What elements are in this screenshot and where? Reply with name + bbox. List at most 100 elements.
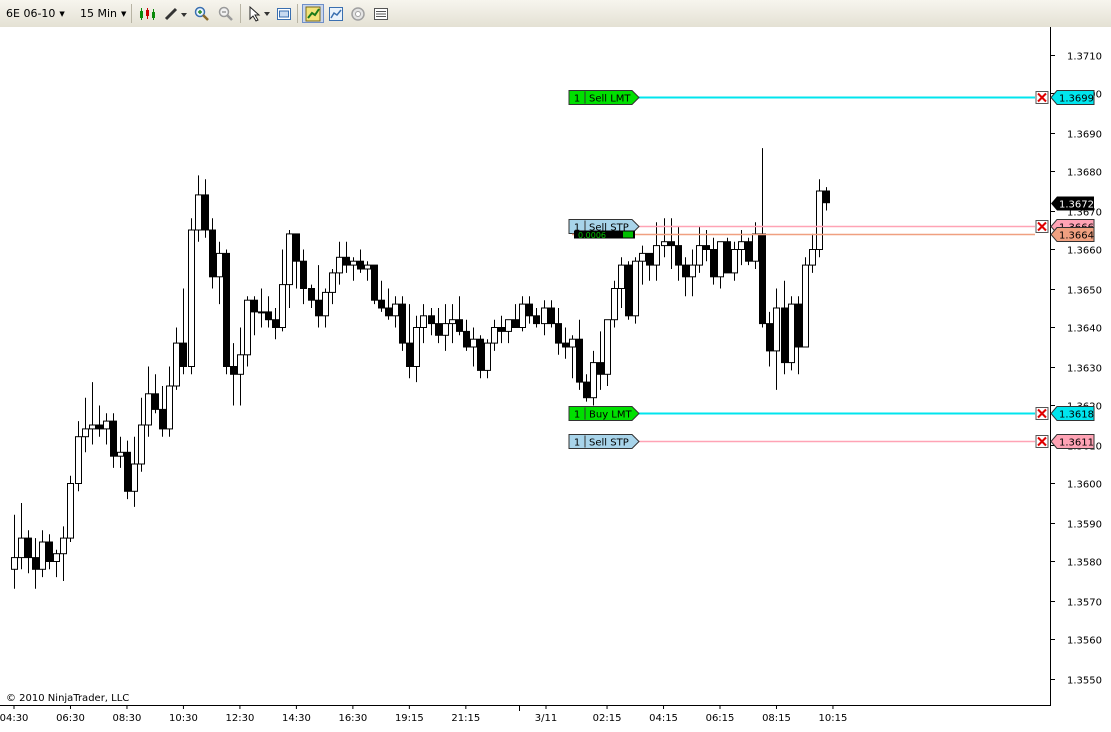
candle-up [653,245,660,266]
price-chart[interactable]: 1.3550 1.3560 1.3570 1.3580 1.3590 1.3600 1.36… [0,27,1111,732]
candle-up [752,233,759,262]
draw-pencil-icon[interactable] [163,4,189,23]
candle-up [809,249,816,266]
candle-down [759,233,766,325]
time-tick-label: 10:30 [169,713,198,724]
interval-selector[interactable]: 15 Min ▼ [80,4,126,23]
candle-up [611,288,618,321]
candle-up [89,424,96,430]
candle-up [244,299,251,356]
time-tick-label: 10:15 [819,713,848,724]
candle-down [110,420,117,457]
candle-down [781,307,788,364]
chart-trader-icon[interactable] [302,4,324,23]
indicator-icon[interactable] [348,4,367,23]
candle-down [152,393,159,410]
candle-down [385,307,392,317]
instrument-selector[interactable]: 6E 06-10 ▼ [6,4,65,23]
strategy-icon[interactable] [326,4,345,23]
pointer-icon[interactable] [246,4,272,23]
candle-up [604,319,611,375]
time-tick-label: 06:15 [706,713,735,724]
order-label: Sell STP [589,438,629,449]
position-pnl-label: 0.0006 [578,231,606,240]
candle-down [512,319,519,329]
candle-up [166,385,173,430]
candle-up [661,241,668,247]
candle-up [188,229,195,367]
candle-up [632,260,639,317]
candle-up [131,463,138,492]
price-tick-label: 1.3550 [1067,676,1102,687]
candle-up [731,249,738,274]
order-label: Buy LMT [589,410,632,421]
candle-down [766,323,773,352]
candle-up [420,315,427,328]
candle-down [223,252,230,367]
candle-down [159,408,166,430]
price-tick-label: 1.3710 [1067,52,1102,63]
chevron-down-icon: ▼ [121,9,127,18]
candle-up [195,194,202,231]
candle-up [336,256,343,274]
order-label: Sell LMT [589,94,631,105]
order-qty: 1 [574,410,580,421]
candle-up [350,260,357,266]
candle-down [428,315,435,325]
position-pnl-indicator [623,231,633,238]
candle-up [11,557,18,570]
time-tick-label: 12:30 [226,713,255,724]
candle-up [618,264,625,290]
toolbar-divider [297,4,298,23]
zoom-in-icon[interactable] [192,4,211,23]
candle-up [470,338,477,348]
candle-down [456,319,463,332]
candle-up [279,284,286,329]
candle-up [392,303,399,317]
candle-down [124,451,131,492]
data-box-icon[interactable] [371,4,390,23]
price-tick-label: 1.3660 [1067,246,1102,257]
candle-down [703,245,710,251]
candle-down [180,342,187,368]
candle-down [724,241,731,274]
price-tick-label: 1.3570 [1067,598,1102,609]
candle-down [533,315,540,325]
candle-down [371,264,378,301]
candle-down [646,252,653,266]
candle-up [82,428,89,438]
candle-down [435,323,442,336]
candle-down [795,303,802,348]
candle-up [519,303,526,329]
time-tick-label: 21:15 [451,713,480,724]
order-qty: 1 [574,438,580,449]
zoom-out-icon[interactable] [216,4,235,23]
candle-down [463,330,470,348]
candle-up [816,190,823,250]
candle-up [590,362,597,399]
chart-toolbar: 6E 06-10 ▼ 15 Min ▼ [0,0,1111,28]
time-tick-label: 02:15 [593,713,622,724]
candlestick-style-icon[interactable] [137,4,159,23]
candle-down [710,249,717,278]
time-tick-label: 08:30 [113,713,142,724]
order-qty: 1 [574,94,580,105]
interval-label: 15 Min [80,7,118,20]
candle-down [202,194,209,231]
candle-up [60,537,67,555]
last-price-label: 1.3672 [1059,200,1094,211]
candle-up [138,424,145,465]
candle-down [583,381,590,399]
order-price-label: 1.3611 [1059,438,1094,449]
candle-down [209,229,216,278]
properties-icon[interactable] [274,4,293,23]
price-tick-label: 1.3690 [1067,130,1102,141]
candle-up [442,323,449,336]
candle-down [378,299,385,309]
order-price-label: 1.3618 [1059,410,1094,421]
candle-up [773,307,780,352]
candle-up [103,420,110,430]
candle-up [18,537,25,559]
instrument-label: 6E 06-10 [6,7,56,20]
candle-up [364,264,371,270]
